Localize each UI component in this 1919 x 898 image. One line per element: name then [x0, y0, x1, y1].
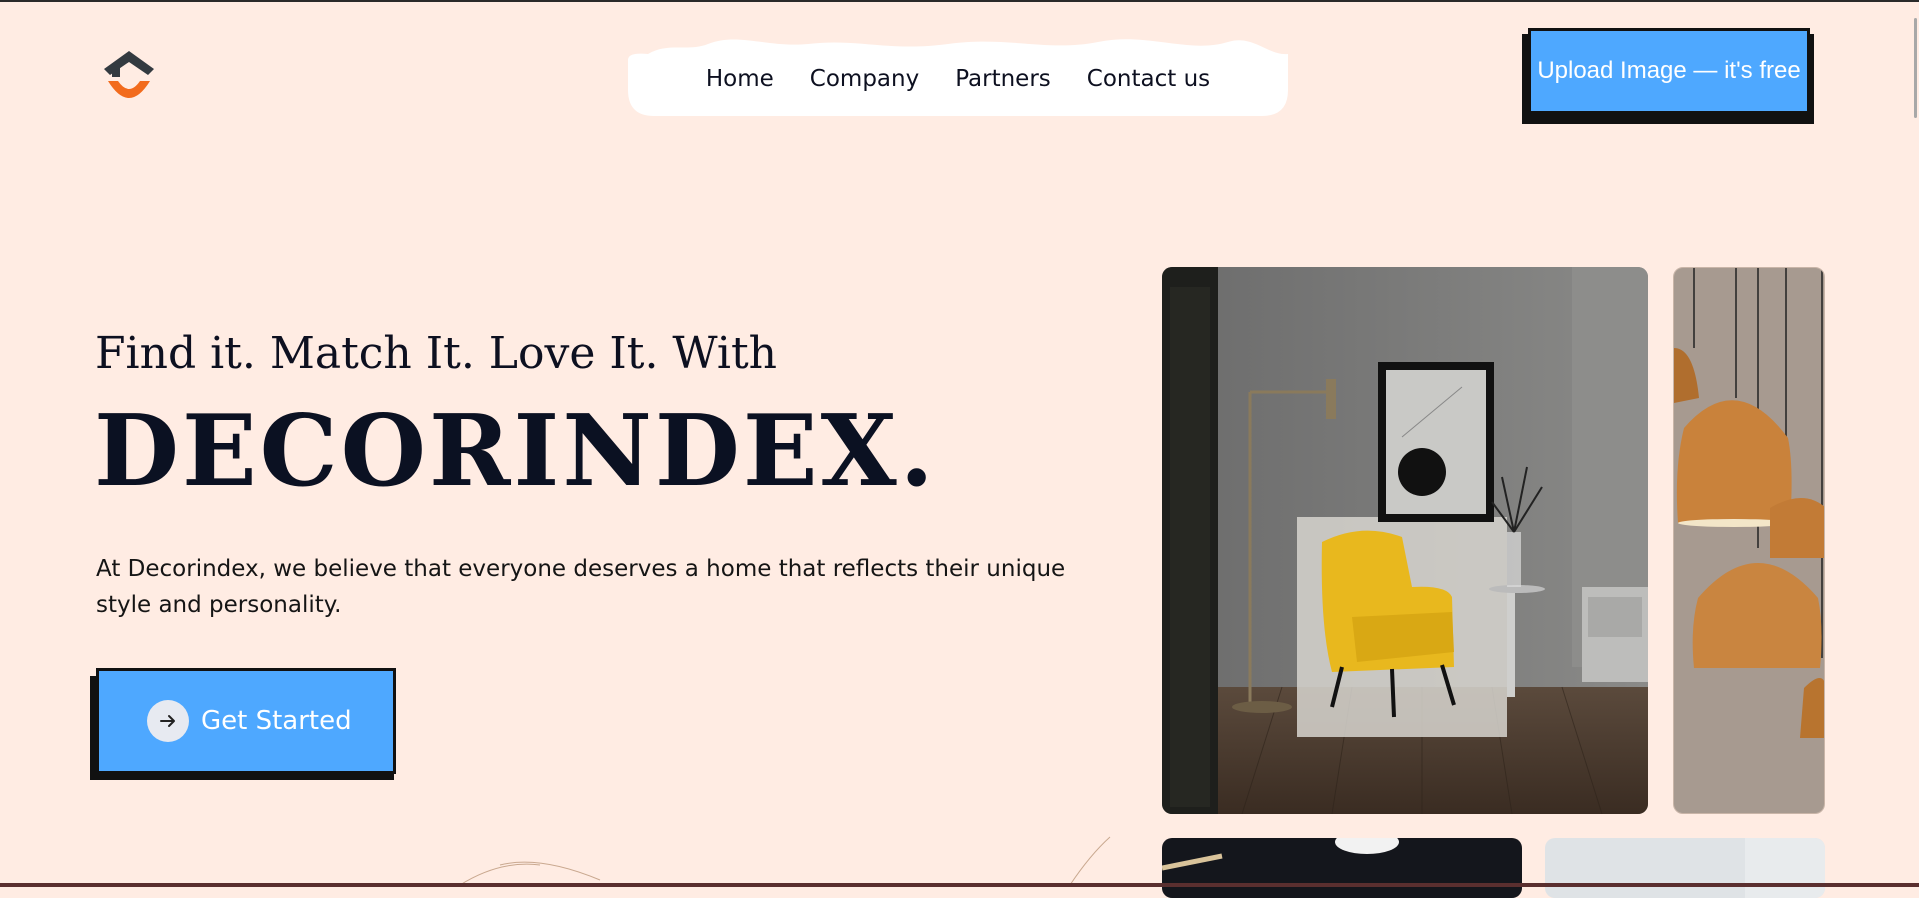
bottom-border — [0, 883, 1919, 887]
hero-brand-title: DECORINDEX. — [94, 394, 937, 509]
get-started-button[interactable]: Get Started — [96, 668, 396, 774]
decorative-curves — [459, 836, 1111, 886]
gallery-image-light-room — [1545, 838, 1825, 898]
nav-item-partners[interactable]: Partners — [955, 66, 1051, 92]
page-scrollbar[interactable] — [1911, 2, 1919, 883]
scrollbar-thumb[interactable] — [1914, 18, 1917, 118]
top-border — [0, 0, 1919, 2]
hero-image-yellow-chair — [1162, 267, 1648, 814]
nav-item-company[interactable]: Company — [810, 66, 919, 92]
gallery-image-dark-room — [1162, 838, 1522, 898]
house-smile-logo-icon — [104, 51, 154, 98]
main-nav: Home Company Partners Contact us — [628, 30, 1288, 116]
nav-item-contact-us[interactable]: Contact us — [1087, 66, 1210, 92]
upload-image-button[interactable]: Upload Image — it's free — [1528, 28, 1810, 114]
nav-item-home[interactable]: Home — [706, 66, 774, 92]
hero-description: At Decorindex, we believe that everyone … — [96, 556, 1066, 618]
hero-image-pendant-lamps — [1673, 267, 1825, 814]
arrow-right-icon — [147, 700, 189, 742]
get-started-label: Get Started — [201, 706, 352, 736]
logo[interactable] — [100, 45, 160, 105]
hero-tagline: Find it. Match It. Love It. With — [95, 328, 777, 379]
